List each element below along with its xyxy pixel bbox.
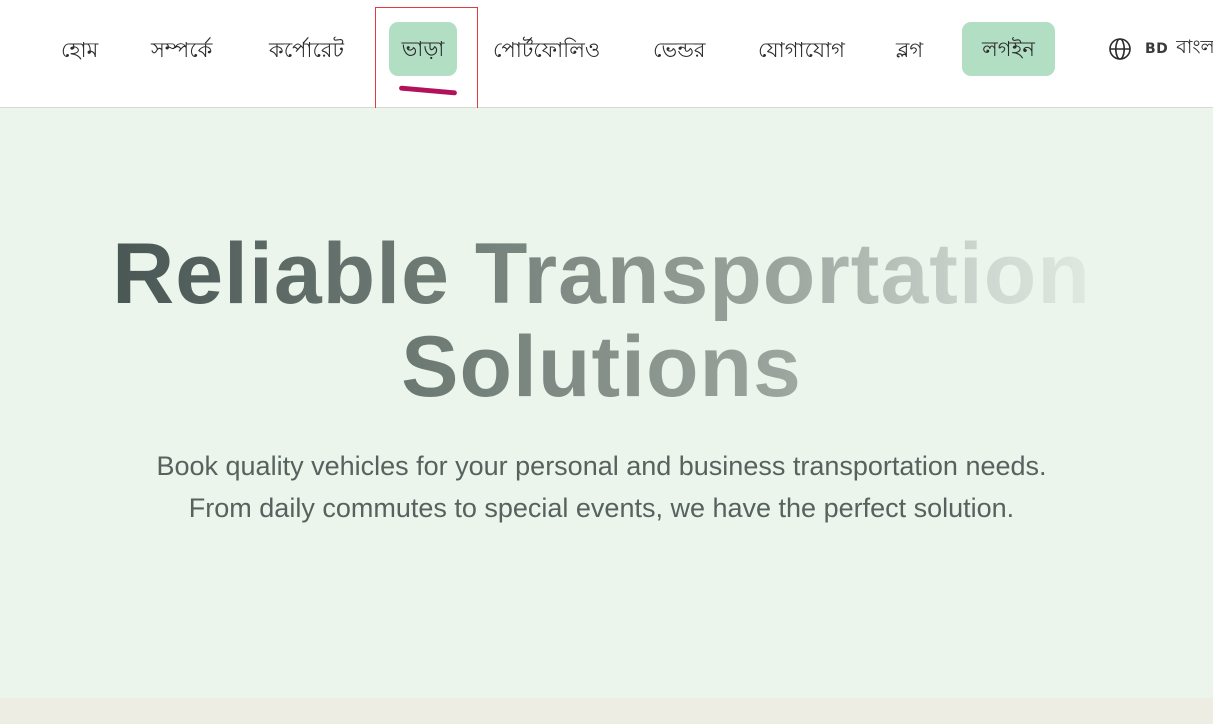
- nav-item-corporate[interactable]: কর্পোরেট: [269, 34, 344, 69]
- nav-item-vendor[interactable]: ভেন্ডর: [653, 34, 706, 69]
- hero-title-line-2: Solutions: [401, 319, 802, 415]
- next-section-band: [0, 698, 1213, 724]
- hero-subtitle: Book quality vehicles for your personal …: [0, 445, 1203, 529]
- top-navigation-bar: হোম সম্পর্কে কর্পোরেট ভাড়া পোর্টফোলিও ভ…: [0, 0, 1213, 108]
- globe-icon: [1109, 38, 1131, 60]
- nav-item-about[interactable]: সম্পর্কে: [151, 34, 212, 69]
- language-selector[interactable]: BD বাংলা: [1108, 34, 1213, 64]
- language-flag: BD: [1145, 41, 1169, 57]
- nav-item-portfolio[interactable]: পোর্টফোলিও: [493, 34, 600, 69]
- hero-section: Reliable Transportation Solutions Book q…: [0, 108, 1213, 698]
- nav-item-rental[interactable]: ভাড়া: [389, 22, 457, 76]
- nav-item-home[interactable]: হোম: [61, 34, 98, 69]
- language-label: বাংলা: [1176, 36, 1213, 58]
- hero-subtitle-line-1: Book quality vehicles for your personal …: [156, 451, 1047, 481]
- hero-title: Reliable Transportation Solutions: [0, 228, 1203, 414]
- hero-title-line-1: Reliable Transportation: [112, 226, 1091, 322]
- login-button[interactable]: লগইন: [962, 22, 1055, 76]
- nav-item-contact[interactable]: যোগাযোগ: [758, 34, 845, 69]
- hero-subtitle-line-2: From daily commutes to special events, w…: [188, 493, 1015, 523]
- nav-item-blog[interactable]: ব্লগ: [896, 34, 923, 69]
